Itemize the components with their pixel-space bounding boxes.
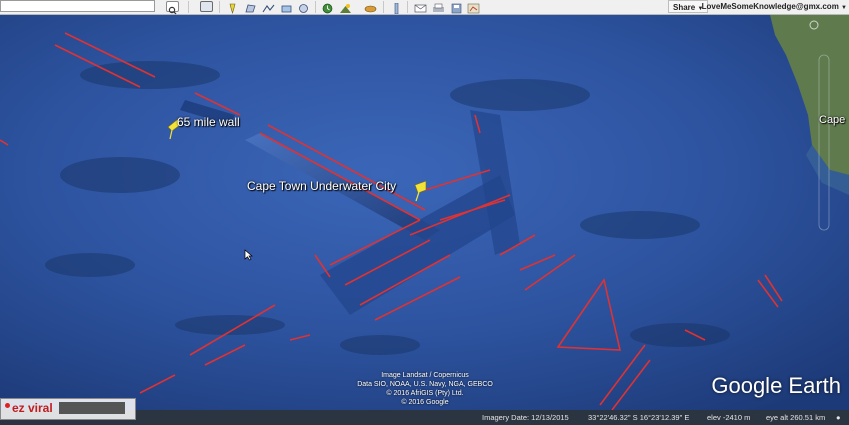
search-icon[interactable] [166,1,179,15]
tour-icon[interactable] [297,1,310,13]
sun-icon[interactable] [339,1,352,13]
toolbar-separator [315,1,316,13]
imagery-credits: Image Landsat / Copernicus Data SIO, NOA… [330,371,520,407]
google-earth-logo: Google Earth [711,373,841,398]
coordinates-readout: 33°22'46.32" S 16°23'12.39" E [588,413,690,422]
save-image-icon[interactable] [450,1,463,14]
city-label[interactable]: Cape Town Underwater City [247,179,396,193]
record-dot-icon [5,403,10,408]
email-icon[interactable] [414,1,427,13]
maps-icon[interactable] [467,1,480,14]
path-icon[interactable] [262,1,275,13]
ruler-icon[interactable] [390,1,403,15]
toolbar-separator [383,1,384,13]
toolbar-separator [219,1,220,13]
ocean-floor-render [0,15,849,410]
watermark-text: ez viral [12,401,53,415]
eye-altitude-readout: eye alt 260.51 km [766,413,826,422]
print-icon[interactable] [432,1,445,12]
credit-line: Image Landsat / Copernicus [381,372,469,379]
credit-line: © 2016 AfriGIS (Pty) Ltd. [386,390,464,397]
polygon-icon[interactable] [244,1,257,13]
watermark-overlay: ez viral [0,398,136,420]
credit-line: Data SIO, NOAA, U.S. Navy, NGA, GEBCO [357,381,493,388]
imagery-date: Imagery Date: 12/13/2015 [482,413,569,422]
sidebar-icon[interactable] [200,1,213,12]
wall-label[interactable]: 65 mile wall [177,115,240,129]
chevron-down-icon: ▼ [841,5,847,11]
planets-icon[interactable] [364,1,377,13]
share-label: Share [673,3,696,12]
toolbar-separator [407,1,408,13]
account-menu[interactable]: LoveMeSomeKnowledge@gmx.com ▼ [702,0,847,13]
historical-imagery-icon[interactable] [321,1,334,14]
watermark-bar [59,402,125,414]
placemark-icon[interactable] [226,1,239,15]
earth-map-view[interactable]: 65 mile wall Cape Town Underwater City C… [0,15,849,410]
search-input[interactable] [0,0,155,12]
mouse-cursor-icon [244,249,253,261]
toolbar: Share ▼ LoveMeSomeKnowledge@gmx.com ▼ [0,0,849,15]
toolbar-separator [188,1,189,13]
elevation-readout: elev -2410 m [707,413,751,422]
streaming-indicator-icon: ● [836,413,841,422]
account-email: LoveMeSomeKnowledge@gmx.com [701,2,839,11]
credit-line: © 2016 Google [401,399,449,406]
overlay-icon[interactable] [280,1,293,13]
coast-label[interactable]: Cape [819,114,845,126]
